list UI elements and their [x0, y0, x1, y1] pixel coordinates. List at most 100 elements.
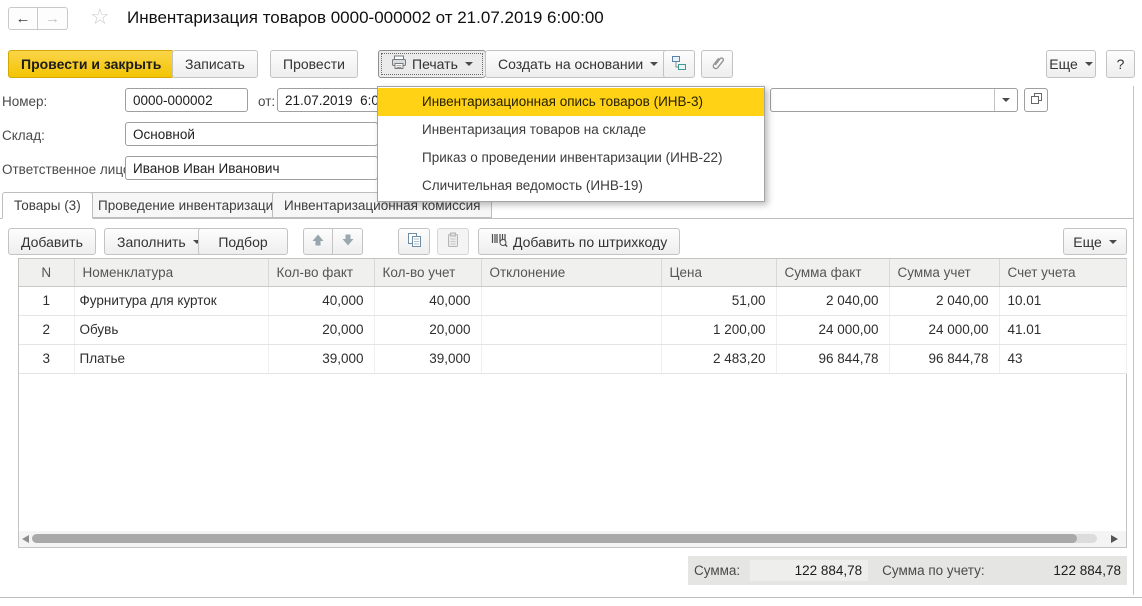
cell-qty-fact[interactable]: 20,000: [268, 315, 374, 344]
print-button[interactable]: Печать: [378, 50, 486, 78]
cell-deviation[interactable]: [481, 344, 661, 373]
chevron-down-icon: [1085, 62, 1093, 66]
menu-item-inv22[interactable]: Приказ о проведении инвентаризации (ИНВ-…: [378, 144, 764, 172]
cell-deviation[interactable]: [481, 315, 661, 344]
paste-icon: [446, 232, 460, 251]
goods-table: N Номенклатура Кол-во факт Кол-во учет О…: [18, 258, 1127, 548]
col-header-account: Счет учета: [999, 259, 1126, 286]
combo-open-button[interactable]: [1024, 88, 1048, 112]
vertical-scrollbar[interactable]: [1133, 86, 1134, 595]
sum-label: Сумма:: [694, 563, 740, 578]
col-header-price: Цена: [661, 259, 776, 286]
cell-deviation[interactable]: [481, 286, 661, 315]
cell-price[interactable]: 2 483,20: [661, 344, 776, 373]
horizontal-scrollbar[interactable]: [19, 531, 1126, 547]
printer-icon: [391, 55, 407, 73]
forward-arrow-icon: →: [45, 10, 60, 27]
document-structure-icon: [671, 55, 687, 74]
cell-sum-fact[interactable]: 2 040,00: [776, 286, 889, 315]
cell-sum-fact[interactable]: 24 000,00: [776, 315, 889, 344]
cell-sum-fact[interactable]: 96 844,78: [776, 344, 889, 373]
move-row-down-button[interactable]: [333, 228, 363, 255]
barcode-icon: [491, 233, 508, 250]
cell-sum-acc[interactable]: 2 040,00: [889, 286, 999, 315]
table-row[interactable]: 3 Платье 39,000 39,000 2 483,20 96 844,7…: [19, 344, 1126, 373]
help-button[interactable]: ?: [1106, 50, 1135, 78]
back-arrow-icon: ←: [16, 10, 31, 27]
cell-nomenclature[interactable]: Фурнитура для курток: [74, 286, 268, 315]
date-label: от:: [258, 94, 275, 109]
responsible-input[interactable]: [125, 156, 378, 180]
pick-button[interactable]: Подбор: [198, 228, 288, 255]
table-header-row: N Номенклатура Кол-во факт Кол-во учет О…: [19, 259, 1126, 286]
number-input[interactable]: [125, 88, 248, 112]
cell-qty-acc[interactable]: 20,000: [374, 315, 481, 344]
favorite-star-icon[interactable]: ☆: [90, 4, 110, 30]
warehouse-input[interactable]: [125, 122, 378, 146]
table-row[interactable]: 2 Обувь 20,000 20,000 1 200,00 24 000,00…: [19, 315, 1126, 344]
combo-input[interactable]: [771, 89, 994, 111]
warehouse-label: Склад:: [2, 128, 45, 143]
cell-n[interactable]: 1: [19, 286, 74, 315]
copy-row-button[interactable]: [398, 228, 430, 255]
menu-item-inv19[interactable]: Сличительная ведомость (ИНВ-19): [378, 172, 764, 200]
attachments-button[interactable]: [701, 50, 733, 78]
forward-button[interactable]: →: [38, 7, 68, 30]
open-in-window-icon: [1030, 92, 1043, 108]
scroll-right-button[interactable]: [1111, 535, 1118, 543]
tab-inventory-process[interactable]: Проведение инвентаризации: [86, 192, 293, 218]
col-header-n: N: [19, 259, 74, 286]
sum-value: 122 884,78: [750, 560, 868, 581]
page-title: Инвентаризация товаров 0000-000002 от 21…: [127, 8, 604, 28]
table-row[interactable]: 1 Фурнитура для курток 40,000 40,000 51,…: [19, 286, 1126, 315]
cell-price[interactable]: 51,00: [661, 286, 776, 315]
window-bottom-border: [0, 597, 1142, 598]
sum-by-account-value: 122 884,78: [985, 563, 1127, 578]
add-by-barcode-button[interactable]: Добавить по штрихкоду: [478, 228, 680, 255]
cell-n[interactable]: 3: [19, 344, 74, 373]
cell-price[interactable]: 1 200,00: [661, 315, 776, 344]
tabbar-divider: [0, 218, 1133, 219]
post-and-close-button[interactable]: Провести и закрыть: [8, 50, 174, 78]
arrow-down-icon: [341, 233, 355, 250]
cell-account[interactable]: 43: [999, 344, 1126, 373]
cell-account[interactable]: 41.01: [999, 315, 1126, 344]
cell-qty-acc[interactable]: 40,000: [374, 286, 481, 315]
menu-item-warehouse-inventory[interactable]: Инвентаризация товаров на складе: [378, 116, 764, 144]
move-row-up-button[interactable]: [303, 228, 333, 255]
more-button-top[interactable]: Еще: [1046, 50, 1096, 78]
menu-item-inv3[interactable]: Инвентаризационная опись товаров (ИНВ-3): [378, 88, 764, 116]
cell-qty-fact[interactable]: 40,000: [268, 286, 374, 315]
cell-nomenclature[interactable]: Обувь: [74, 315, 268, 344]
chevron-down-icon: [1109, 240, 1117, 244]
create-based-on-button[interactable]: Создать на основании: [485, 50, 671, 78]
cell-qty-acc[interactable]: 39,000: [374, 344, 481, 373]
cell-nomenclature[interactable]: Платье: [74, 344, 268, 373]
back-button[interactable]: ←: [8, 7, 38, 30]
tab-goods[interactable]: Товары (3): [2, 192, 93, 219]
responsible-label: Ответственное лицо:: [2, 162, 134, 177]
chevron-down-icon: [650, 62, 658, 66]
cell-qty-fact[interactable]: 39,000: [268, 344, 374, 373]
scrollbar-thumb[interactable]: [32, 534, 1077, 543]
more-button-table[interactable]: Еще: [1063, 228, 1127, 255]
history-nav: ← →: [8, 7, 68, 30]
cell-n[interactable]: 2: [19, 315, 74, 344]
cell-account[interactable]: 10.01: [999, 286, 1126, 315]
col-header-sum-fact: Сумма факт: [776, 259, 889, 286]
save-button[interactable]: Записать: [172, 50, 258, 78]
cell-sum-acc[interactable]: 24 000,00: [889, 315, 999, 344]
paste-row-button[interactable]: [437, 228, 469, 255]
sum-by-account-label: Сумма по учету:: [882, 563, 984, 578]
add-row-button[interactable]: Добавить: [8, 228, 96, 255]
col-header-qty-acc: Кол-во учет: [374, 259, 481, 286]
related-documents-button[interactable]: [663, 50, 695, 78]
scroll-left-button[interactable]: [22, 535, 29, 543]
post-button[interactable]: Провести: [270, 50, 358, 78]
totals-bar: Сумма: 122 884,78 Сумма по учету: 122 88…: [688, 556, 1127, 585]
cell-sum-acc[interactable]: 96 844,78: [889, 344, 999, 373]
combo-dropdown-button[interactable]: [994, 89, 1017, 111]
row-move-group: [303, 228, 363, 255]
print-dropdown-menu: Инвентаризационная опись товаров (ИНВ-3)…: [377, 86, 765, 202]
inventory-document-window: ← → ☆ Инвентаризация товаров 0000-000002…: [0, 0, 1142, 606]
